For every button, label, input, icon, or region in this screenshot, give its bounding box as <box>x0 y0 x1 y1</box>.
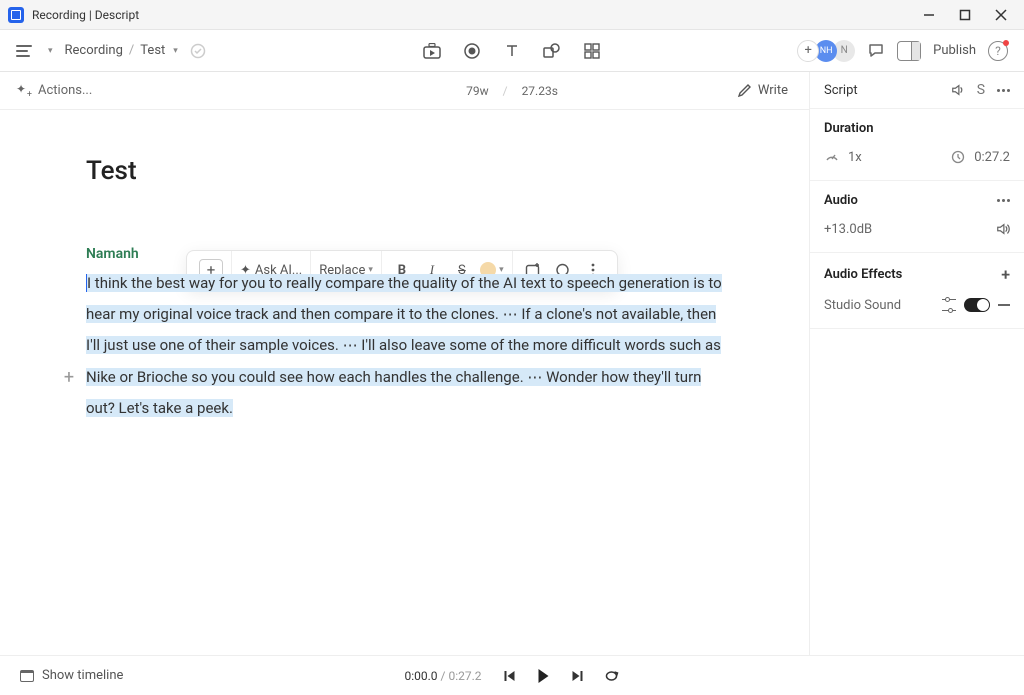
skip-forward-button[interactable] <box>570 668 586 684</box>
duration-stat: 27.23s <box>522 84 558 98</box>
add-effect-button[interactable]: + <box>1001 265 1010 284</box>
word-count: 79w <box>466 84 489 98</box>
total-time: 0:27.2 <box>448 669 481 683</box>
duration-value: 0:27.2 <box>974 150 1010 165</box>
duration-heading: Duration <box>824 121 1010 136</box>
studio-sound-toggle[interactable] <box>964 298 990 312</box>
breadcrumb-separator: / <box>129 43 134 58</box>
close-button[interactable] <box>992 6 1010 24</box>
text-tool-icon[interactable] <box>503 42 521 60</box>
sliders-icon[interactable] <box>942 299 956 311</box>
top-toolbar: ▾ Recording / Test ▾ + NH N Publish ? <box>0 30 1024 72</box>
breadcrumb-item[interactable]: Test <box>140 43 165 58</box>
playback-speed[interactable]: 1x <box>848 150 862 165</box>
window-titlebar: Recording | Descript <box>0 0 1024 30</box>
actions-menu[interactable]: Actions... <box>16 83 92 98</box>
shapes-tool-icon[interactable] <box>543 42 561 60</box>
actions-label: Actions... <box>38 83 92 98</box>
duration-section: Duration 1x 0:27.2 <box>810 110 1024 181</box>
write-label: Write <box>758 83 788 98</box>
maximize-button[interactable] <box>956 6 974 24</box>
add-collaborator-button[interactable]: + <box>797 40 819 62</box>
gain-value[interactable]: +13.0dB <box>824 222 872 237</box>
add-paragraph-button[interactable]: + <box>60 368 78 386</box>
comment-icon[interactable] <box>867 42 885 60</box>
pencil-icon <box>737 83 752 98</box>
transcript-text[interactable]: I think the best way for you to really c… <box>86 268 726 424</box>
studio-sound-label[interactable]: Studio Sound <box>824 298 901 313</box>
clock-icon <box>950 150 966 164</box>
center-tool-group <box>423 42 601 60</box>
grid-tool-icon[interactable] <box>583 42 601 60</box>
menu-button[interactable] <box>16 45 34 57</box>
loop-button[interactable] <box>604 668 620 684</box>
sparkle-icon <box>16 84 30 98</box>
timeline-icon <box>20 670 34 682</box>
playback-time: 0:00.0 / 0:27.2 <box>404 669 481 683</box>
sync-status-icon <box>190 43 206 59</box>
video-tool-icon[interactable] <box>423 42 441 60</box>
record-tool-icon[interactable] <box>463 42 481 60</box>
panel-toggle-button[interactable] <box>897 41 921 61</box>
audio-section: Audio +13.0dB <box>810 181 1024 253</box>
help-button[interactable]: ? <box>988 41 1008 61</box>
publish-button[interactable]: Publish <box>933 43 976 58</box>
breadcrumb-root[interactable]: Recording <box>65 43 123 58</box>
speed-icon <box>824 150 840 164</box>
audio-heading: Audio <box>824 193 858 208</box>
audio-effects-section: Audio Effects + Studio Sound <box>810 253 1024 329</box>
current-time: 0:00.0 <box>404 669 437 683</box>
breadcrumb-chevron-icon[interactable]: ▾ <box>173 46 178 56</box>
collaborators[interactable]: + NH N <box>797 40 855 62</box>
remove-effect-button[interactable] <box>998 304 1010 306</box>
write-button[interactable]: Write <box>737 83 788 98</box>
menu-chevron-icon: ▾ <box>48 46 53 56</box>
window-title: Recording | Descript <box>32 8 139 22</box>
playback-bar: Show timeline 0:00.0 / 0:27.2 <box>0 655 1024 695</box>
more-icon[interactable] <box>997 199 1010 202</box>
app-icon <box>8 7 24 23</box>
show-timeline-button[interactable]: Show timeline <box>20 668 123 683</box>
minimize-button[interactable] <box>920 6 938 24</box>
breadcrumb[interactable]: Recording / Test ▾ <box>65 43 206 59</box>
effects-heading: Audio Effects <box>824 267 902 282</box>
document-stats: 79w / 27.23s <box>466 84 558 98</box>
skip-back-button[interactable] <box>502 668 518 684</box>
speaker-icon[interactable] <box>996 222 1010 236</box>
play-button[interactable] <box>536 668 552 684</box>
properties-sidebar: Script S Duration 1x 0:27.2 Audio +13.0d… <box>809 110 1024 655</box>
